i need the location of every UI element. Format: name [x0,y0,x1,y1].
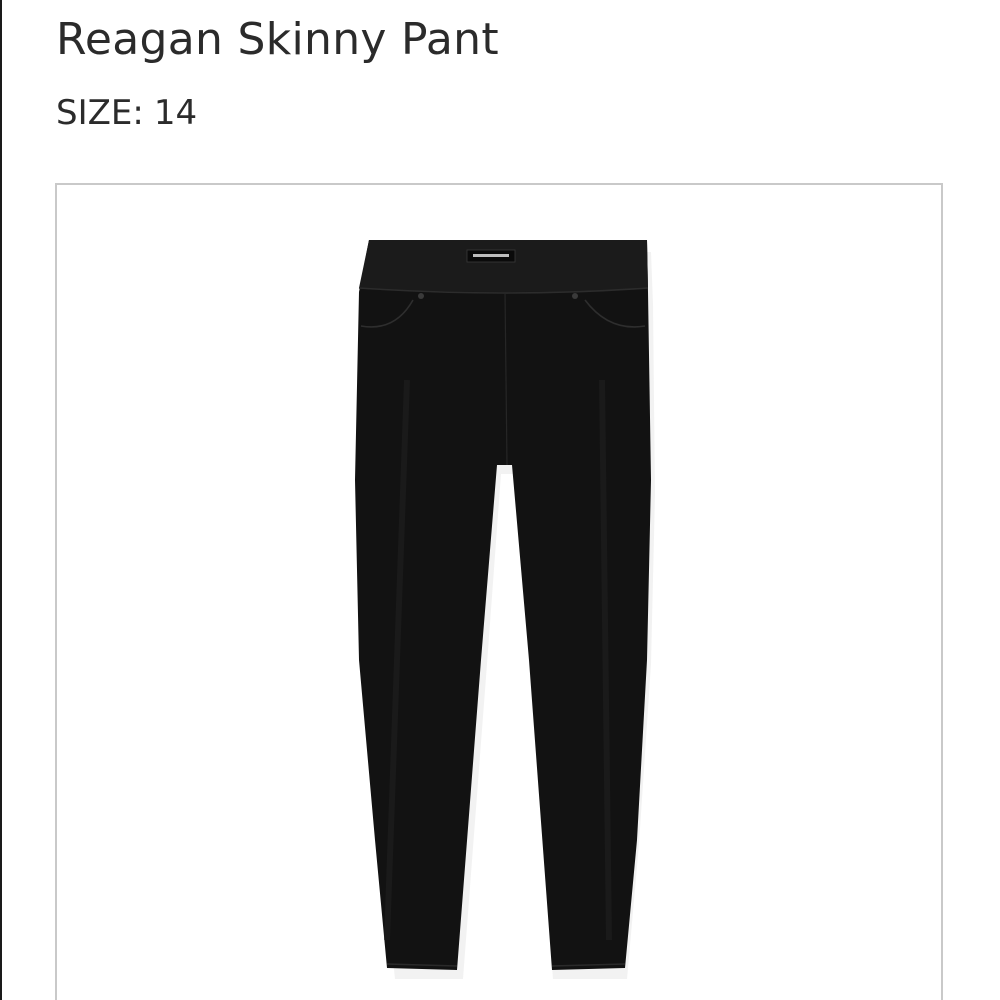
waistband [359,240,648,292]
size-value: 14 [153,93,198,133]
product-title: Reagan Skinny Pant [56,14,499,65]
product-image-frame[interactable] [55,183,943,1000]
product-detail-page: Reagan Skinny Pant SIZE: 14 [0,0,1000,1000]
left-rivet [418,293,424,299]
right-rivet [572,293,578,299]
window-edge [0,0,2,1000]
size-line: SIZE: 14 [56,93,197,133]
size-label: SIZE: [56,93,144,133]
black-skinny-pant-image [355,240,655,979]
brand-label-text-mark [473,254,509,257]
